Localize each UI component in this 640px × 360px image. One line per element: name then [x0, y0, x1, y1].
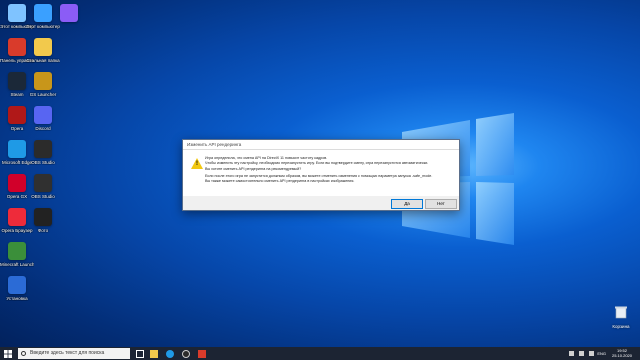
- warning-exclamation: !: [196, 161, 198, 167]
- message-question: Вы хотите сменить API рендеринга на реко…: [205, 167, 302, 172]
- desktop-icon[interactable]: [52, 4, 86, 42]
- search-icon: [21, 351, 26, 356]
- desktop-icon-label: Стальная папка: [26, 58, 60, 63]
- clock-date: 25.10.2020: [611, 353, 632, 358]
- message-text-1: Игра определила, что смена API на Direct…: [205, 156, 328, 160]
- language-indicator[interactable]: ENG: [597, 351, 606, 356]
- desktop-icon[interactable]: Discord: [26, 106, 60, 144]
- obs-icon[interactable]: [182, 350, 190, 358]
- app-icon: [8, 4, 26, 22]
- app-icon: [8, 140, 26, 158]
- app-icon: [34, 106, 52, 124]
- desktop-icon[interactable]: Фото: [26, 208, 60, 246]
- recycle-bin-label: Корзина: [612, 324, 630, 329]
- desktop-icon[interactable]: OBS Studio: [26, 140, 60, 178]
- desktop-icon-label: GS Launcher: [29, 92, 57, 97]
- app-icon: [34, 4, 52, 22]
- no-button[interactable]: Нет: [425, 199, 457, 209]
- battery-icon[interactable]: [589, 351, 594, 356]
- app-icon: [8, 208, 26, 226]
- message-line-3: Если после этого игра не запустится долж…: [205, 174, 453, 183]
- recycle-bin-icon: [615, 306, 627, 319]
- desktop-icon-label: Установка: [6, 296, 28, 301]
- app-icon: [34, 38, 52, 56]
- message-text-4: Если после этого игра не запустится долж…: [205, 174, 433, 179]
- clock[interactable]: 19:52 25.10.2020: [612, 348, 632, 358]
- app-icon: [8, 72, 26, 90]
- desktop-icon-label: OBS Studio: [31, 160, 55, 165]
- app-icon: [34, 174, 52, 192]
- task-view-icon[interactable]: [136, 350, 144, 358]
- dialog-title: Изменить API рендеринга: [183, 140, 459, 150]
- edge-icon[interactable]: [166, 350, 174, 358]
- app-icon: [34, 140, 52, 158]
- volume-icon[interactable]: [579, 351, 584, 356]
- desktop-icon-label: OBS Studio: [31, 194, 55, 199]
- app-icon: [8, 242, 26, 260]
- file-explorer-icon[interactable]: [150, 350, 158, 358]
- taskbar-search[interactable]: Введите здесь текст для поиска: [18, 348, 130, 359]
- app-icon: [8, 174, 26, 192]
- desktop-icon[interactable]: GS Launcher: [26, 72, 60, 110]
- desktop-icon-label: Фото: [37, 228, 49, 233]
- app-icon: [60, 4, 78, 22]
- network-icon[interactable]: [569, 351, 574, 356]
- game-app-icon[interactable]: [198, 350, 206, 358]
- desktop-icon[interactable]: Установка: [0, 276, 34, 314]
- app-icon: [8, 276, 26, 294]
- desktop-icon[interactable]: Стальная папка: [26, 38, 60, 76]
- start-button[interactable]: [4, 350, 12, 358]
- recycle-bin[interactable]: Корзина: [608, 305, 634, 329]
- app-icon: [34, 72, 52, 90]
- dialog-footer: Да Нет: [183, 196, 459, 210]
- message-line-1: Игра определила, что смена API на Direct…: [205, 156, 453, 165]
- search-placeholder: Введите здесь текст для поиска: [30, 350, 105, 356]
- dialog-body: ! Игра определила, что смена API на Dire…: [183, 150, 459, 196]
- desktop-icon[interactable]: OBS Studio: [26, 174, 60, 212]
- message-text-2: Чтобы изменить эту настройку, необходимо…: [205, 160, 429, 165]
- app-icon: [34, 208, 52, 226]
- yes-button[interactable]: Да: [391, 199, 423, 209]
- desktop-icon[interactable]: Minecraft Launcher: [0, 242, 34, 280]
- desktop-icon-label: Discord: [35, 126, 51, 131]
- taskbar: Введите здесь текст для поиска ENG 19:52…: [0, 347, 640, 360]
- render-api-dialog: Изменить API рендеринга ! Игра определил…: [182, 139, 460, 211]
- app-icon: [8, 38, 26, 56]
- dialog-message: Игра определила, что смена API на Direct…: [205, 156, 453, 186]
- app-icon: [8, 106, 26, 124]
- message-text-5: Вы также можете самостоятельно сменить A…: [205, 178, 355, 183]
- desktop-icon-label: Minecraft Launcher: [0, 262, 34, 267]
